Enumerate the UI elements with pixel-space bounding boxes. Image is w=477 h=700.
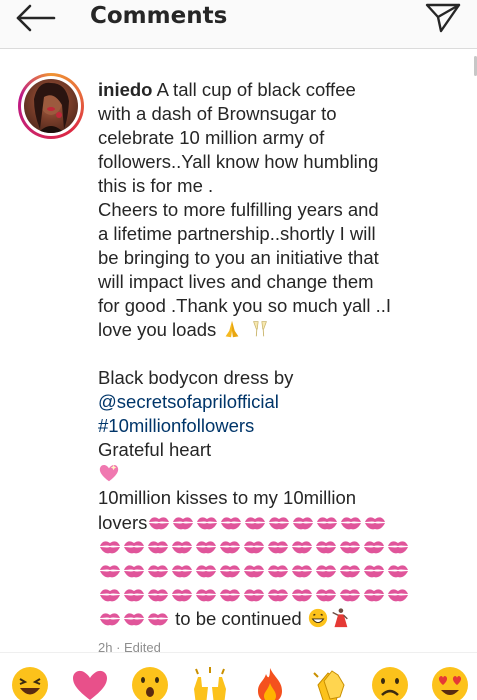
emoji-fire-button[interactable] (250, 665, 290, 700)
back-button[interactable] (14, 4, 56, 32)
emoji-raised-hands-button[interactable] (190, 665, 230, 700)
kiss-mark-icon (340, 565, 360, 578)
kiss-mark-icon (245, 517, 266, 530)
kiss-mark-icon (365, 517, 386, 530)
kiss-mark-icon (172, 589, 192, 602)
kiss-mark-icon (124, 541, 144, 554)
kiss-mark-icon (364, 589, 384, 602)
hashtag-link[interactable]: #10millionfollowers (98, 414, 438, 438)
emoji-heart-button[interactable] (70, 665, 110, 700)
kiss-mark-icon (316, 541, 336, 554)
heart-eyes-face-icon (432, 667, 468, 700)
kiss-mark-icon (149, 517, 170, 530)
kiss-mark-icon (268, 541, 288, 554)
kiss-mark-icon (124, 589, 144, 602)
kiss-mark-icon (244, 565, 264, 578)
mention-link[interactable]: @secretsofaprilofficial (98, 390, 438, 414)
emoji-laughing-button[interactable] (10, 665, 50, 700)
top-app-bar: Comments (0, 0, 477, 49)
kiss-mark-icon (220, 589, 240, 602)
kiss-mark-icon (292, 565, 312, 578)
kiss-mark-icon (269, 517, 290, 530)
emoji-surprised-button[interactable] (130, 665, 170, 700)
kiss-mark-icon (124, 613, 144, 626)
kiss-mark-icon (148, 613, 168, 626)
kiss-mark-icon (341, 517, 362, 530)
kiss-mark-icon (197, 517, 218, 530)
kiss-mark-icon (196, 565, 216, 578)
avatar[interactable] (18, 73, 84, 139)
kiss-mark-icon (244, 589, 264, 602)
pink-heart-icon (73, 670, 107, 700)
comments-screen: Comments iniedo A tall cup of black coff… (0, 0, 477, 700)
kiss-mark-icon (196, 541, 216, 554)
emoji-heart-eyes-button[interactable] (430, 665, 470, 700)
kiss-mark-icon (100, 589, 120, 602)
kiss-mark-icon (148, 565, 168, 578)
kiss-mark-icon (220, 565, 240, 578)
kiss-mark-icon (316, 565, 336, 578)
kiss-mark-icon (220, 541, 240, 554)
folded-hands-icon (226, 320, 239, 338)
kiss-mark-icon (364, 541, 384, 554)
kiss-mark-icon (317, 517, 338, 530)
kiss-mark-icon (100, 565, 120, 578)
kiss-mark-icon (148, 541, 168, 554)
kiss-mark-icon (293, 517, 314, 530)
username-link[interactable]: iniedo (98, 79, 152, 100)
kiss-mark-icon (268, 565, 288, 578)
kiss-mark-icon (244, 541, 264, 554)
clapping-hands-icon (313, 670, 345, 700)
clinking-glasses-icon (252, 321, 267, 337)
kiss-mark-icon (148, 589, 168, 602)
surprised-face-icon (132, 667, 168, 700)
share-button[interactable] (424, 2, 462, 34)
emoji-clapping-button[interactable] (310, 665, 350, 700)
page-title: Comments (90, 3, 228, 29)
arrow-left-icon (16, 4, 56, 32)
kiss-mark-icon (268, 589, 288, 602)
raised-hands-icon (194, 667, 226, 700)
dancer-icon (332, 608, 348, 628)
kiss-mark-icon (292, 589, 312, 602)
kiss-mark-icon (172, 565, 192, 578)
paper-plane-icon (425, 3, 461, 33)
kiss-mark-icon (292, 541, 312, 554)
kiss-mark-icon (364, 565, 384, 578)
comment-caption: iniedo A tall cup of black coffee with a… (98, 78, 438, 630)
kiss-mark-icon (100, 613, 120, 626)
emoji-frowning-button[interactable] (370, 665, 410, 700)
kiss-mark-icon (388, 541, 408, 554)
kiss-mark-icon (316, 589, 336, 602)
frowning-face-icon (372, 667, 408, 700)
emoji-quick-reactions (0, 652, 477, 700)
kiss-mark-icon (100, 541, 120, 554)
kiss-mark-icon (172, 541, 192, 554)
laughing-face-icon (12, 667, 48, 700)
sparkling-heart-icon (99, 464, 119, 482)
grinning-face-icon (308, 608, 327, 628)
kiss-mark-icon (340, 541, 360, 554)
kiss-mark-icon (196, 589, 216, 602)
fire-icon (258, 668, 282, 700)
kiss-mark-icon (340, 589, 360, 602)
kiss-mark-icon (221, 517, 242, 530)
kiss-mark-icon (124, 565, 144, 578)
kiss-mark-icon (388, 589, 408, 602)
kiss-mark-icon (388, 565, 408, 578)
kiss-mark-icon (173, 517, 194, 530)
profile-photo (24, 79, 78, 133)
